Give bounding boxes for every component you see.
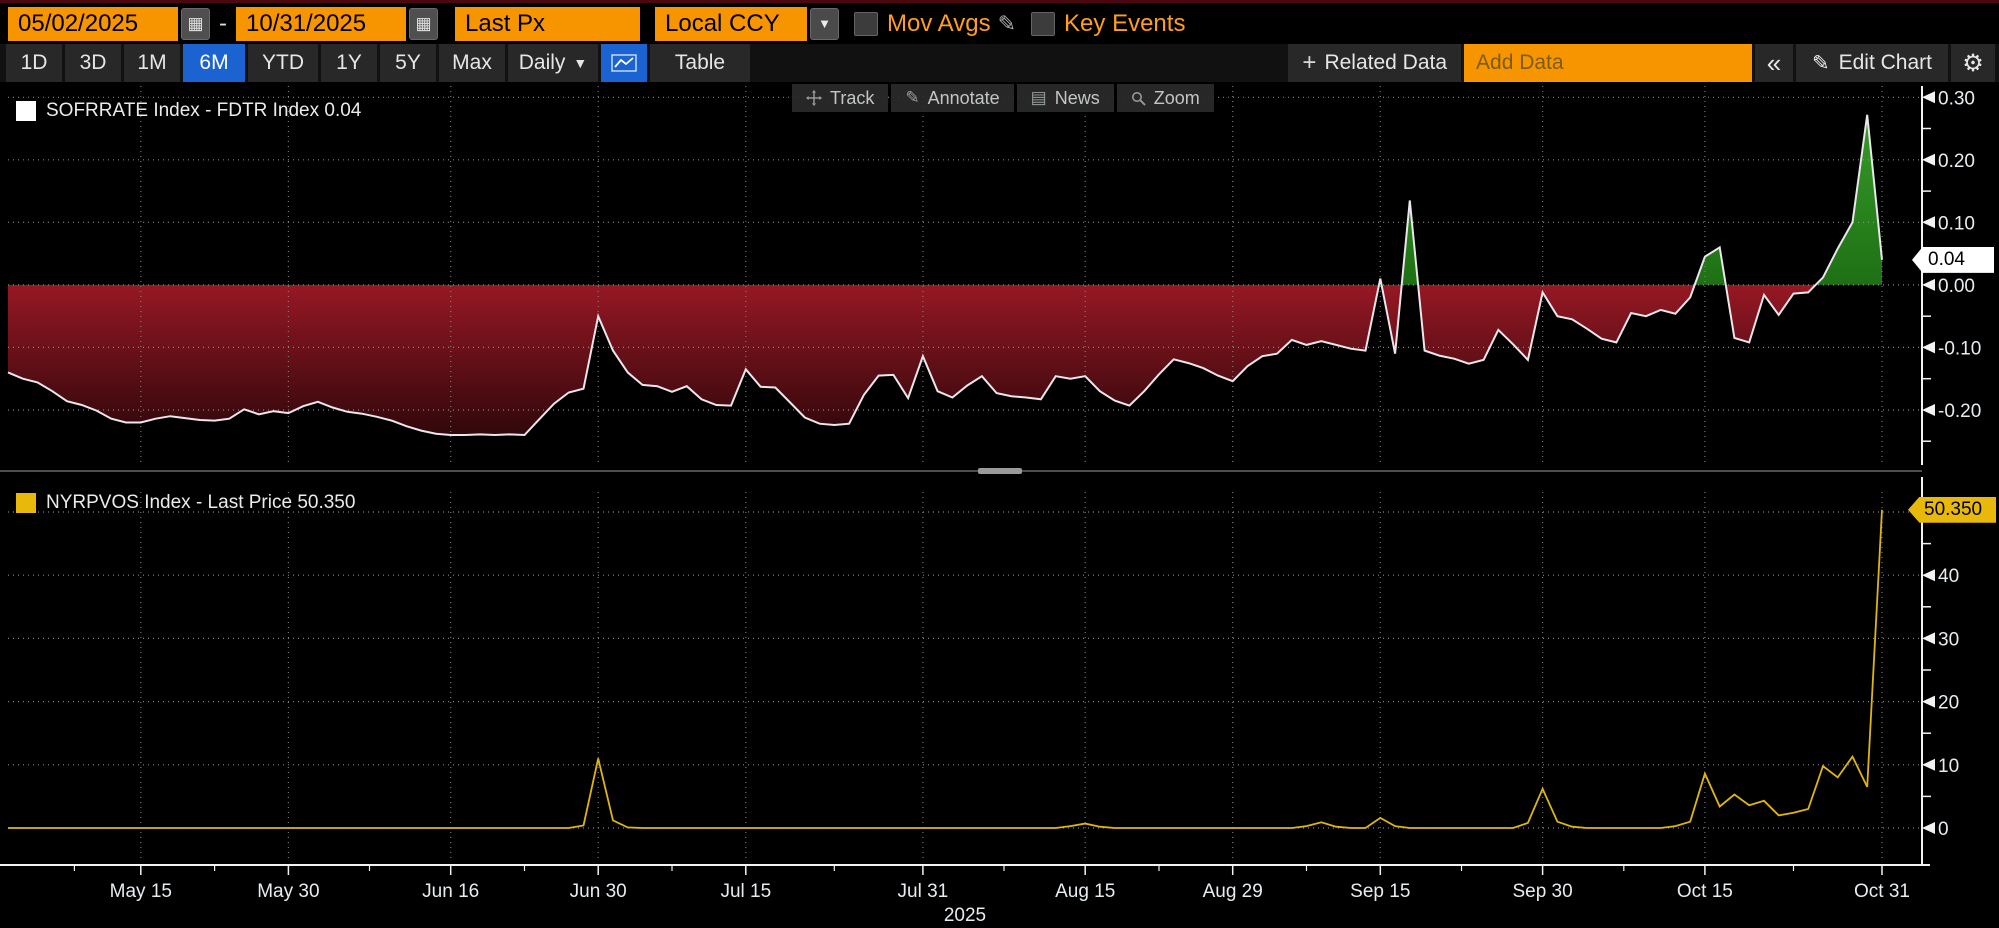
splitter-bar	[0, 470, 1922, 472]
news-icon: ▤	[1031, 88, 1047, 108]
panel1-swatch-icon	[16, 101, 36, 121]
annotate-label: Annotate	[928, 88, 1000, 109]
svg-text:30: 30	[1938, 629, 1959, 650]
annotate-button[interactable]: ✎ Annotate	[891, 84, 1013, 112]
svg-text:Jul 31: Jul 31	[898, 881, 949, 902]
panel1-last-value-flag: 0.04	[1912, 247, 1994, 273]
svg-text:Jul 15: Jul 15	[720, 881, 771, 902]
chart-canvas[interactable]: 0.30 0.20 0.10 0.00 -0.10 -0.20 40 30 20 10 0 May 1…	[0, 0, 1999, 928]
svg-text:May 30: May 30	[257, 881, 319, 902]
svg-text:Oct 31: Oct 31	[1854, 881, 1910, 902]
svg-text:0.00: 0.00	[1938, 276, 1975, 297]
svg-text:Aug 29: Aug 29	[1203, 881, 1263, 902]
track-label: Track	[830, 88, 874, 109]
svg-text:Oct 15: Oct 15	[1677, 881, 1733, 902]
svg-text:20: 20	[1938, 693, 1959, 714]
svg-text:10: 10	[1938, 756, 1959, 777]
panel1-legend-text: SOFRRATE Index - FDTR Index 0.04	[46, 100, 361, 122]
panel2-legend-text: NYRPVOS Index - Last Price 50.350	[46, 492, 355, 514]
annotate-pencil-icon: ✎	[905, 88, 919, 108]
svg-text:-0.10: -0.10	[1938, 338, 1981, 359]
chart-tools-bar: Track ✎ Annotate ▤ News Zoom	[792, 84, 1214, 112]
svg-text:0.20: 0.20	[1938, 151, 1975, 172]
zoom-label: Zoom	[1154, 88, 1200, 109]
track-crosshair-icon	[806, 90, 822, 106]
svg-text:Sep 15: Sep 15	[1350, 881, 1410, 902]
svg-text:0.10: 0.10	[1938, 213, 1975, 234]
zoom-magnifier-icon	[1131, 91, 1146, 106]
svg-text:40: 40	[1938, 566, 1959, 587]
news-button[interactable]: ▤ News	[1017, 84, 1114, 112]
svg-text:Jun 30: Jun 30	[570, 881, 627, 902]
bloomberg-chart-window: 05/02/2025 ▦ - 10/31/2025 ▦ Last Px Loca…	[0, 0, 1999, 928]
splitter-grip-handle[interactable]	[978, 468, 1022, 474]
svg-text:2025: 2025	[944, 905, 986, 926]
svg-text:Jun 16: Jun 16	[422, 881, 479, 902]
track-button[interactable]: Track	[792, 84, 888, 112]
panel2-last-value: 50.350	[1924, 499, 1982, 521]
panel2-last-value-flag: 50.350	[1908, 497, 1996, 523]
chart-area: 0.30 0.20 0.10 0.00 -0.10 -0.20 40 30 20 10 0 May 1…	[0, 0, 1999, 928]
panel1-last-value: 0.04	[1928, 249, 1965, 271]
svg-text:0.30: 0.30	[1938, 88, 1975, 109]
svg-text:Sep 30: Sep 30	[1512, 881, 1572, 902]
panel-splitter[interactable]	[0, 465, 1999, 477]
svg-text:-0.20: -0.20	[1938, 401, 1981, 422]
svg-text:Aug 15: Aug 15	[1055, 881, 1115, 902]
panel2-legend[interactable]: NYRPVOS Index - Last Price 50.350	[16, 492, 355, 514]
news-label: News	[1055, 88, 1100, 109]
svg-text:May 15: May 15	[110, 881, 172, 902]
zoom-button[interactable]: Zoom	[1117, 84, 1214, 112]
panel2-swatch-icon	[16, 493, 36, 513]
panel1-legend[interactable]: SOFRRATE Index - FDTR Index 0.04	[16, 100, 361, 122]
svg-text:0: 0	[1938, 819, 1949, 840]
